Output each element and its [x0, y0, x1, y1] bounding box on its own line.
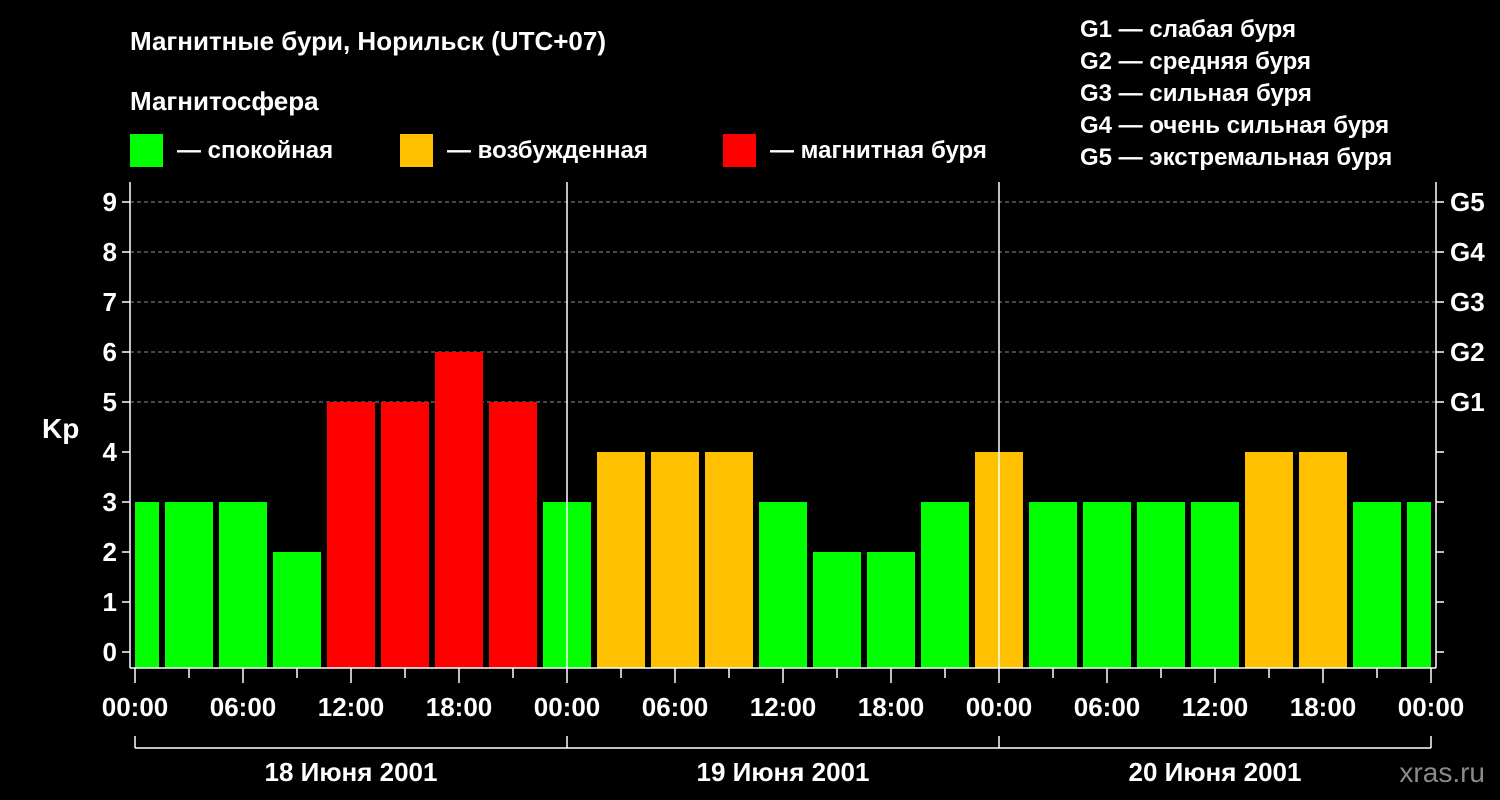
storm-level-desc-2: G3 — сильная буря [1080, 80, 1312, 107]
bar-6 [435, 352, 483, 668]
y-tick-label-6: 6 [103, 337, 117, 367]
bar-9 [597, 452, 645, 668]
x-tick-label-11: 18:00 [1290, 692, 1357, 722]
bar-18 [1083, 502, 1131, 668]
bar-22 [1299, 452, 1347, 668]
bar-0 [135, 502, 159, 668]
bar-4 [327, 402, 375, 668]
watermark: xras.ru [1399, 757, 1485, 788]
x-tick-label-7: 18:00 [858, 692, 925, 722]
storm-level-desc-0: G1 — слабая буря [1080, 16, 1296, 43]
x-tick-label-10: 12:00 [1182, 692, 1249, 722]
right-axis-label-G5: G5 [1450, 187, 1485, 217]
bar-13 [813, 552, 861, 668]
x-tick-label-8: 00:00 [966, 692, 1033, 722]
chart-title: Магнитные бури, Норильск (UTC+07) [130, 26, 606, 56]
legend-title: Магнитосфера [130, 86, 319, 116]
legend-label-1: — возбужденная [447, 137, 648, 164]
x-tick-label-6: 12:00 [750, 692, 817, 722]
y-tick-label-5: 5 [103, 387, 117, 417]
legend-swatch-0 [130, 134, 163, 167]
storm-level-desc-3: G4 — очень сильная буря [1080, 112, 1389, 139]
bar-20 [1191, 502, 1239, 668]
bar-7 [489, 402, 537, 668]
y-tick-label-8: 8 [103, 237, 117, 267]
bar-10 [651, 452, 699, 668]
right-axis-label-G3: G3 [1450, 287, 1485, 317]
bar-2 [219, 502, 267, 668]
y-tick-label-3: 3 [103, 487, 117, 517]
right-axis-label-G2: G2 [1450, 337, 1485, 367]
bar-24 [1407, 502, 1431, 668]
x-tick-label-1: 06:00 [210, 692, 277, 722]
right-axis-label-G4: G4 [1450, 237, 1485, 267]
legend-label-0: — спокойная [177, 137, 333, 164]
bar-1 [165, 502, 213, 668]
y-tick-label-1: 1 [103, 587, 117, 617]
x-tick-label-9: 06:00 [1074, 692, 1141, 722]
y-axis-label: Kp [42, 413, 79, 444]
x-tick-label-12: 00:00 [1398, 692, 1465, 722]
legend-swatch-2 [723, 134, 756, 167]
legend-label-2: — магнитная буря [770, 137, 987, 164]
day-label-2: 20 Июня 2001 [1129, 757, 1302, 787]
bar-23 [1353, 502, 1401, 668]
storm-level-desc-4: G5 — экстремальная буря [1080, 144, 1392, 171]
y-tick-label-7: 7 [103, 287, 117, 317]
y-tick-label-4: 4 [103, 437, 118, 467]
bar-17 [1029, 502, 1077, 668]
x-tick-label-4: 00:00 [534, 692, 601, 722]
bar-14 [867, 552, 915, 668]
bar-11 [705, 452, 753, 668]
x-tick-label-2: 12:00 [318, 692, 385, 722]
bar-15 [921, 502, 969, 668]
magnetic-storm-chart: Магнитные бури, Норильск (UTC+07) Магнит… [0, 0, 1500, 800]
bar-5 [381, 402, 429, 668]
y-tick-label-2: 2 [103, 537, 117, 567]
storm-level-desc-1: G2 — средняя буря [1080, 48, 1311, 75]
legend-swatch-1 [400, 134, 433, 167]
y-tick-label-9: 9 [103, 187, 117, 217]
x-tick-label-0: 00:00 [102, 692, 169, 722]
bar-3 [273, 552, 321, 668]
right-axis-label-G1: G1 [1450, 387, 1485, 417]
day-label-0: 18 Июня 2001 [265, 757, 438, 787]
bar-21 [1245, 452, 1293, 668]
status-legend: — спокойная — возбужденная — магнитная бур… [130, 134, 987, 167]
y-tick-label-0: 0 [103, 637, 117, 667]
x-tick-label-3: 18:00 [426, 692, 493, 722]
x-tick-label-5: 06:00 [642, 692, 709, 722]
bar-19 [1137, 502, 1185, 668]
bar-12 [759, 502, 807, 668]
day-label-1: 19 Июня 2001 [697, 757, 870, 787]
